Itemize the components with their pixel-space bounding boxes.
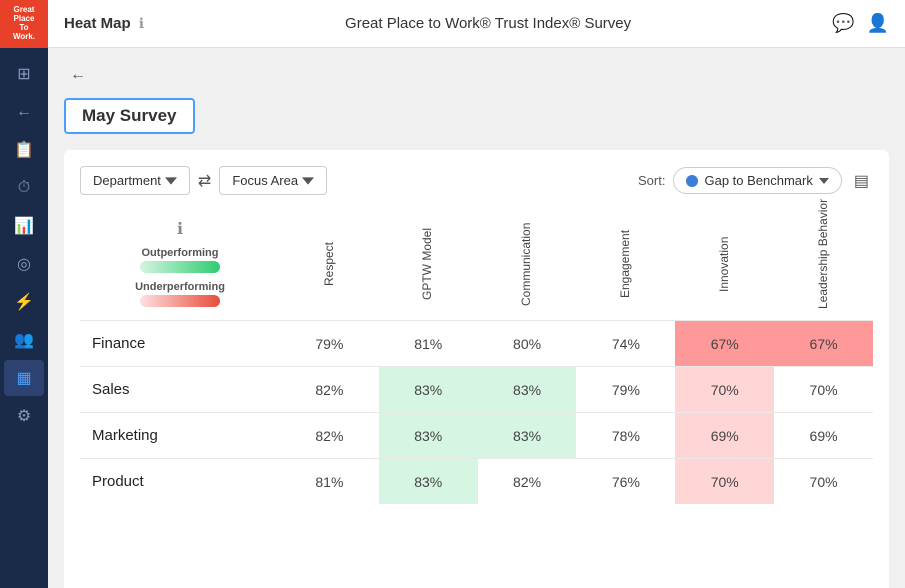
- legend-cell: ℹ Outperforming Underperforming: [80, 211, 280, 321]
- topbar-icons: 💬 👤: [832, 13, 889, 34]
- main-content: ← May Survey Department ⇄ Focus Area Sor…: [48, 48, 905, 588]
- cell-product-col4: 70%: [675, 459, 774, 505]
- sidebar-item-settings[interactable]: ⚙: [4, 398, 44, 434]
- cell-product-col5: 70%: [774, 459, 873, 505]
- heatmap-table: ℹ Outperforming Underperforming: [80, 211, 873, 504]
- table-row: Product81%83%82%76%70%70%: [80, 459, 873, 505]
- cell-sales-col3: 79%: [576, 367, 675, 413]
- survey-badge[interactable]: May Survey: [64, 98, 195, 134]
- sidebar-item-people[interactable]: 👥: [4, 322, 44, 358]
- table-row: Sales82%83%83%79%70%70%: [80, 367, 873, 413]
- content-card: Department ⇄ Focus Area Sort: Gap to Ben…: [64, 150, 889, 588]
- col-header-gptw: GPTW Model: [379, 211, 478, 321]
- cell-marketing-col0: 82%: [280, 413, 379, 459]
- sidebar-item-grid[interactable]: ⊞: [4, 56, 44, 92]
- sidebar-item-clipboard[interactable]: 📋: [4, 132, 44, 168]
- cell-sales-col2: 83%: [478, 367, 577, 413]
- row-label-finance: Finance: [80, 321, 280, 367]
- chevron-down-icon-2: [302, 175, 314, 187]
- sidebar-item-back[interactable]: ←: [4, 94, 44, 130]
- legend-underperforming: Underperforming: [135, 281, 225, 307]
- sidebar-item-chart[interactable]: 📊: [4, 208, 44, 244]
- cell-sales-col5: 70%: [774, 367, 873, 413]
- cell-finance-col4: 67%: [675, 321, 774, 367]
- col-header-respect: Respect: [280, 211, 379, 321]
- cell-product-col0: 81%: [280, 459, 379, 505]
- cell-marketing-col2: 83%: [478, 413, 577, 459]
- cell-sales-col1: 83%: [379, 367, 478, 413]
- cell-marketing-col4: 69%: [675, 413, 774, 459]
- cell-marketing-col3: 78%: [576, 413, 675, 459]
- chevron-down-icon-3: [819, 178, 829, 184]
- cell-sales-col0: 82%: [280, 367, 379, 413]
- app-title: Great Place to Work® Trust Index® Survey: [144, 15, 832, 32]
- advanced-filter-icon[interactable]: ▤: [850, 167, 873, 195]
- sidebar-nav: ⊞ ← 📋 ⏱ 📊 ◎ ⚡ 👥 ▦ ⚙: [0, 48, 48, 434]
- cell-finance-col3: 74%: [576, 321, 675, 367]
- department-label: Department: [93, 173, 161, 188]
- cell-product-col3: 76%: [576, 459, 675, 505]
- col-header-communication: Communication: [478, 211, 577, 321]
- back-button[interactable]: ←: [64, 64, 92, 86]
- legend-info-icon: ℹ: [177, 219, 183, 239]
- row-label-marketing: Marketing: [80, 413, 280, 459]
- cell-product-col2: 82%: [478, 459, 577, 505]
- focus-area-label: Focus Area: [232, 173, 298, 188]
- topbar: Heat Map ℹ Great Place to Work® Trust In…: [48, 0, 905, 48]
- cell-product-col1: 83%: [379, 459, 478, 505]
- chat-icon[interactable]: 💬: [832, 13, 854, 34]
- sort-dropdown[interactable]: Gap to Benchmark: [673, 167, 841, 194]
- sidebar-item-filter[interactable]: ⚡: [4, 284, 44, 320]
- sidebar-item-circle[interactable]: ◎: [4, 246, 44, 282]
- sidebar-item-heatmap[interactable]: ▦: [4, 360, 44, 396]
- cell-marketing-col5: 69%: [774, 413, 873, 459]
- cell-finance-col0: 79%: [280, 321, 379, 367]
- filter-row: Department ⇄ Focus Area Sort: Gap to Ben…: [80, 166, 873, 195]
- cell-finance-col5: 67%: [774, 321, 873, 367]
- outperforming-label: Outperforming: [142, 247, 219, 259]
- cell-marketing-col1: 83%: [379, 413, 478, 459]
- col-header-leadership: Leadership Behavior: [774, 211, 873, 321]
- sidebar-item-clock[interactable]: ⏱: [4, 170, 44, 206]
- underperforming-label: Underperforming: [135, 281, 225, 293]
- sort-value: Gap to Benchmark: [704, 173, 812, 188]
- chevron-down-icon: [165, 175, 177, 187]
- sort-label: Sort:: [638, 173, 665, 188]
- user-icon[interactable]: 👤: [867, 13, 889, 34]
- legend-outperforming: Outperforming: [140, 247, 220, 273]
- cell-finance-col1: 81%: [379, 321, 478, 367]
- table-row: Finance79%81%80%74%67%67%: [80, 321, 873, 367]
- swap-icon[interactable]: ⇄: [198, 171, 211, 191]
- outperforming-bar: [140, 261, 220, 273]
- row-label-sales: Sales: [80, 367, 280, 413]
- department-filter[interactable]: Department: [80, 166, 190, 195]
- focus-area-filter[interactable]: Focus Area: [219, 166, 327, 195]
- sidebar: GreatPlaceToWork. ⊞ ← 📋 ⏱ 📊 ◎ ⚡ 👥 ▦ ⚙: [0, 0, 48, 588]
- logo: GreatPlaceToWork.: [0, 0, 48, 48]
- topbar-left: Heat Map ℹ: [64, 15, 144, 32]
- table-row: Marketing82%83%83%78%69%69%: [80, 413, 873, 459]
- logo-text: GreatPlaceToWork.: [13, 6, 35, 41]
- col-header-innovation: Innovation: [675, 211, 774, 321]
- col-header-engagement: Engagement: [576, 211, 675, 321]
- back-row: ←: [64, 64, 889, 86]
- row-label-product: Product: [80, 459, 280, 505]
- sort-dot: [686, 175, 698, 187]
- cell-finance-col2: 80%: [478, 321, 577, 367]
- legend-info: ℹ Outperforming Underperforming: [88, 219, 272, 307]
- cell-sales-col4: 70%: [675, 367, 774, 413]
- sort-section: Sort: Gap to Benchmark ▤: [638, 167, 873, 195]
- page-title: Heat Map: [64, 15, 131, 32]
- underperforming-bar: [140, 295, 220, 307]
